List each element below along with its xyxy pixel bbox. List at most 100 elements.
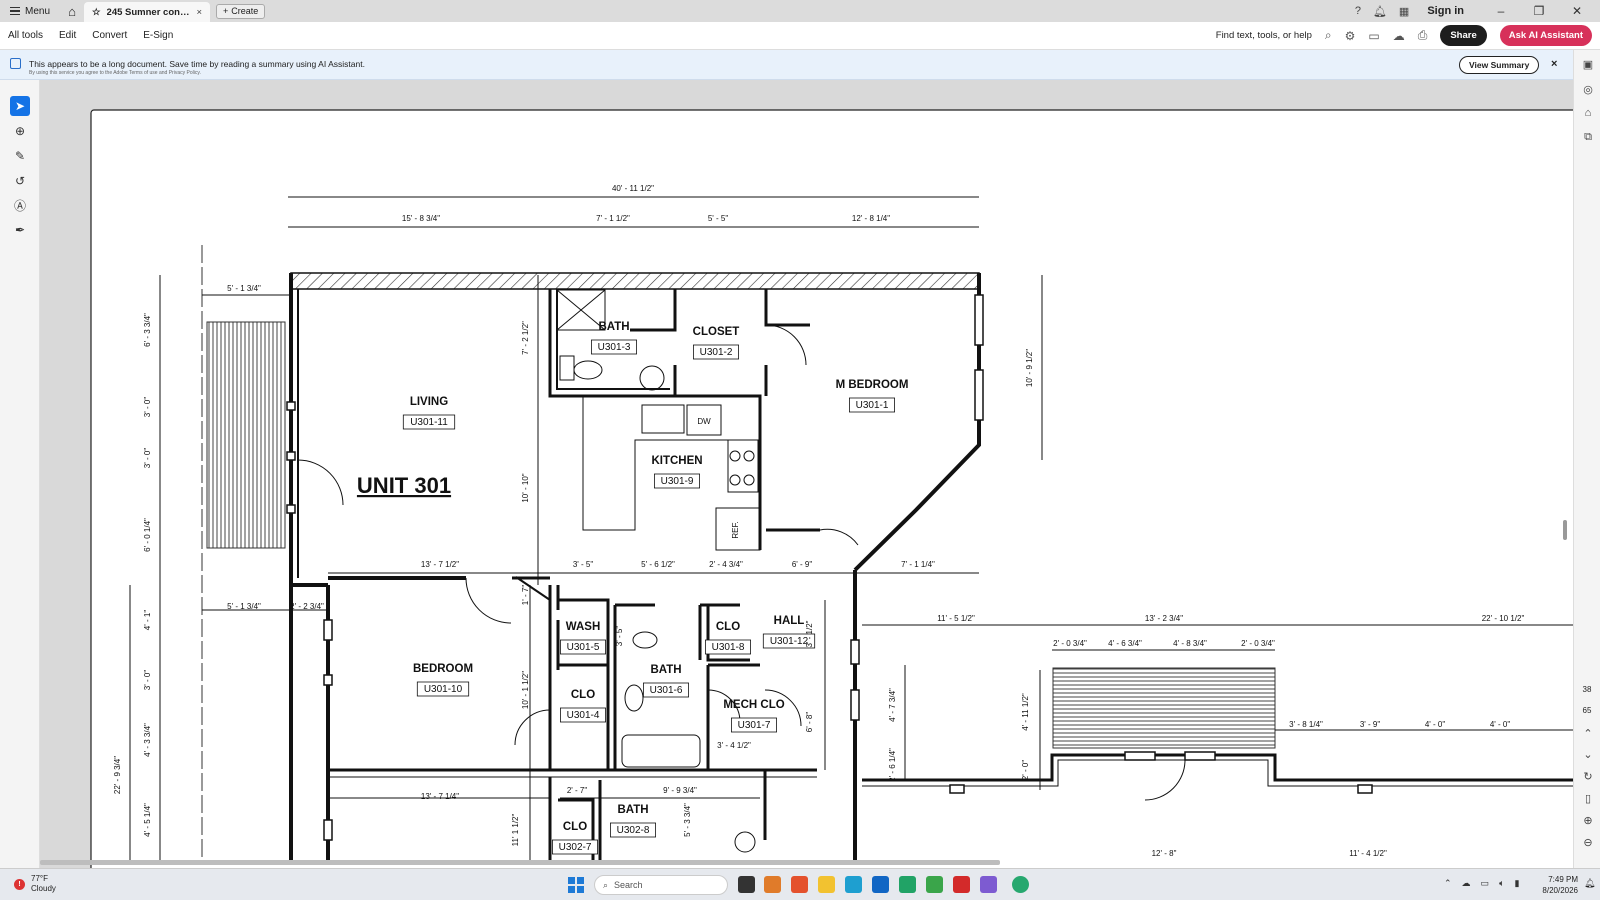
freehand-draw-icon[interactable]: ↺	[10, 171, 30, 191]
menu-e-sign[interactable]: E-Sign	[135, 30, 181, 41]
right-rail: ▣ ◎ ⌂ ⧉ 38 65 ⌃ ⌄ ↻ ▯ ⊕ ⊖	[1573, 50, 1600, 868]
print-icon[interactable]: ⎙	[1418, 28, 1428, 43]
dimension-label: 2' - 0 3/4"	[1053, 639, 1087, 648]
app-green-icon[interactable]	[926, 876, 943, 893]
page-current[interactable]: 38	[1577, 685, 1597, 694]
dimension-label: 3' - 0"	[143, 397, 152, 418]
room-name: BATH	[617, 804, 648, 816]
dimension-label: 4' - 7 3/4"	[888, 688, 897, 722]
zoom-out-icon[interactable]: ⊖	[1580, 836, 1596, 849]
text-select-icon[interactable]: Ⓐ	[10, 195, 30, 215]
sign-in-button[interactable]: Sign in	[1427, 5, 1464, 17]
comments-icon[interactable]: ◎	[1580, 83, 1596, 96]
clock[interactable]: 7:49 PM 8/20/2026	[1532, 874, 1578, 896]
fit-page-icon[interactable]: ▯	[1580, 792, 1596, 805]
room-tag: U301-11	[410, 417, 448, 428]
windows-start-icon[interactable]	[568, 877, 584, 893]
room-tag: U301-6	[650, 685, 683, 696]
rotate-icon[interactable]: ↻	[1580, 770, 1596, 783]
clock-time: 7:49 PM	[1548, 875, 1578, 884]
room-name: WASH	[566, 621, 601, 633]
star-icon[interactable]: ☆	[92, 7, 101, 18]
dimension-label: 7' - 2 1/2"	[521, 321, 530, 355]
close-window-icon[interactable]: ✕	[1564, 4, 1590, 18]
ask-ai-assistant-button[interactable]: Ask AI Assistant	[1499, 25, 1592, 46]
ai-panel-icon[interactable]: ▣	[1580, 58, 1596, 71]
banner-subtext[interactable]: By using this service you agree to the A…	[29, 70, 201, 76]
dimension-label: 13' - 2 3/4"	[1145, 614, 1183, 623]
dimension-label: 13' - 7 1/4"	[421, 792, 459, 801]
room-name: CLO	[563, 821, 587, 833]
horizontal-scrollbar[interactable]	[40, 860, 1000, 865]
dimension-label: 5' - 5"	[708, 214, 729, 223]
notification-icon[interactable]: 🔔︎	[1584, 878, 1595, 889]
chat-app-icon[interactable]	[1012, 876, 1029, 893]
tab-document[interactable]: ☆ 245 Sumner constructi... ×	[84, 2, 211, 22]
dimension-label: 3' - 0"	[143, 448, 152, 469]
dimension-label: 3' - 5"	[615, 626, 624, 647]
menu-button[interactable]: Menu	[0, 0, 60, 22]
stamp-sign-icon[interactable]: ✒	[10, 220, 30, 240]
chrome-icon[interactable]	[980, 876, 997, 893]
document-canvas[interactable]: LIVING U301-11 BATH U301-3 CLOSET U301-2 M BED…	[40, 80, 1573, 868]
home-icon[interactable]: ⌂	[60, 0, 84, 22]
task-view-icon[interactable]	[738, 876, 755, 893]
room-tag: U301-9	[661, 476, 694, 487]
dimension-label: 15' - 8 3/4"	[402, 214, 440, 223]
dimension-label: 10' - 9 1/2"	[1025, 349, 1034, 387]
share-button[interactable]: Share	[1440, 25, 1487, 46]
outlook-icon[interactable]	[872, 876, 889, 893]
room-tag: U301-3	[598, 342, 631, 353]
file-explorer-icon[interactable]	[818, 876, 835, 893]
excel-icon[interactable]	[899, 876, 916, 893]
bell-icon[interactable]: 🔔︎	[1373, 5, 1387, 18]
banner-close-icon[interactable]: ×	[1551, 58, 1557, 70]
help-icon[interactable]: ?	[1355, 5, 1361, 17]
close-tab-icon[interactable]: ×	[196, 7, 202, 18]
room-tag: U301-1	[856, 400, 889, 411]
weather-widget[interactable]: ! 77°F Cloudy	[14, 874, 56, 894]
display-icon[interactable]: ▭	[1481, 878, 1490, 889]
dimension-label: 10' - 1 1/2"	[521, 671, 530, 709]
system-tray: ⌃ ☁ ▭ 🔈︎ ▮	[1444, 878, 1519, 889]
menu-convert[interactable]: Convert	[84, 30, 135, 41]
page-up-icon[interactable]: ⌃	[1580, 727, 1596, 740]
bookmark-icon[interactable]: ⌂	[1580, 107, 1596, 119]
zoom-in-icon[interactable]: ⊕	[1580, 814, 1596, 827]
menu-edit[interactable]: Edit	[51, 30, 84, 41]
page-down-icon[interactable]: ⌄	[1580, 748, 1596, 761]
dimension-label: 22' - 10 1/2"	[1482, 614, 1525, 623]
acrobat-icon[interactable]	[953, 876, 970, 893]
vertical-scroll-thumb[interactable]	[1563, 520, 1567, 540]
copy-pages-icon[interactable]: ⧉	[1580, 131, 1596, 144]
pen-highlight-icon[interactable]: ✎	[10, 146, 30, 166]
battery-icon[interactable]: ▮	[1514, 878, 1519, 889]
room-name: CLOSET	[693, 326, 740, 338]
brave-browser-icon[interactable]	[791, 876, 808, 893]
dimension-label: 3' - 8 1/4"	[1289, 720, 1323, 729]
photos-app-icon[interactable]	[764, 876, 781, 893]
room-name: MECH CLO	[723, 699, 784, 711]
search-icon[interactable]: ⌕	[1325, 28, 1332, 43]
find-label[interactable]: Find text, tools, or help	[1216, 30, 1312, 41]
speaker-icon[interactable]: 🔈︎	[1499, 878, 1504, 889]
view-summary-button[interactable]: View Summary	[1459, 56, 1540, 74]
select-cursor-icon[interactable]: ➤	[10, 96, 30, 116]
apps-grid-icon[interactable]: ▦	[1399, 5, 1409, 18]
minimize-icon[interactable]: –	[1488, 4, 1514, 18]
summary-icon	[10, 58, 21, 69]
room-tag: U301-8	[712, 642, 745, 653]
taskbar-search[interactable]: ⌕ Search	[594, 875, 728, 895]
tab-title: 245 Sumner constructi...	[106, 6, 191, 18]
onedrive-icon[interactable]: ☁	[1462, 878, 1471, 889]
chevron-up-icon[interactable]: ⌃	[1444, 878, 1452, 889]
comment-add-icon[interactable]: ⊕	[10, 121, 30, 141]
menu-all-tools[interactable]: All tools	[0, 30, 51, 41]
save-icon[interactable]: ▭	[1368, 29, 1379, 43]
maximize-icon[interactable]: ❐	[1526, 4, 1552, 18]
edge-browser-icon[interactable]	[845, 876, 862, 893]
room-name: LIVING	[410, 396, 448, 408]
create-button[interactable]: + Create	[216, 3, 266, 19]
cloud-upload-icon[interactable]: ☁	[1393, 29, 1405, 43]
ai-tools-icon[interactable]: ⚙	[1345, 29, 1356, 43]
